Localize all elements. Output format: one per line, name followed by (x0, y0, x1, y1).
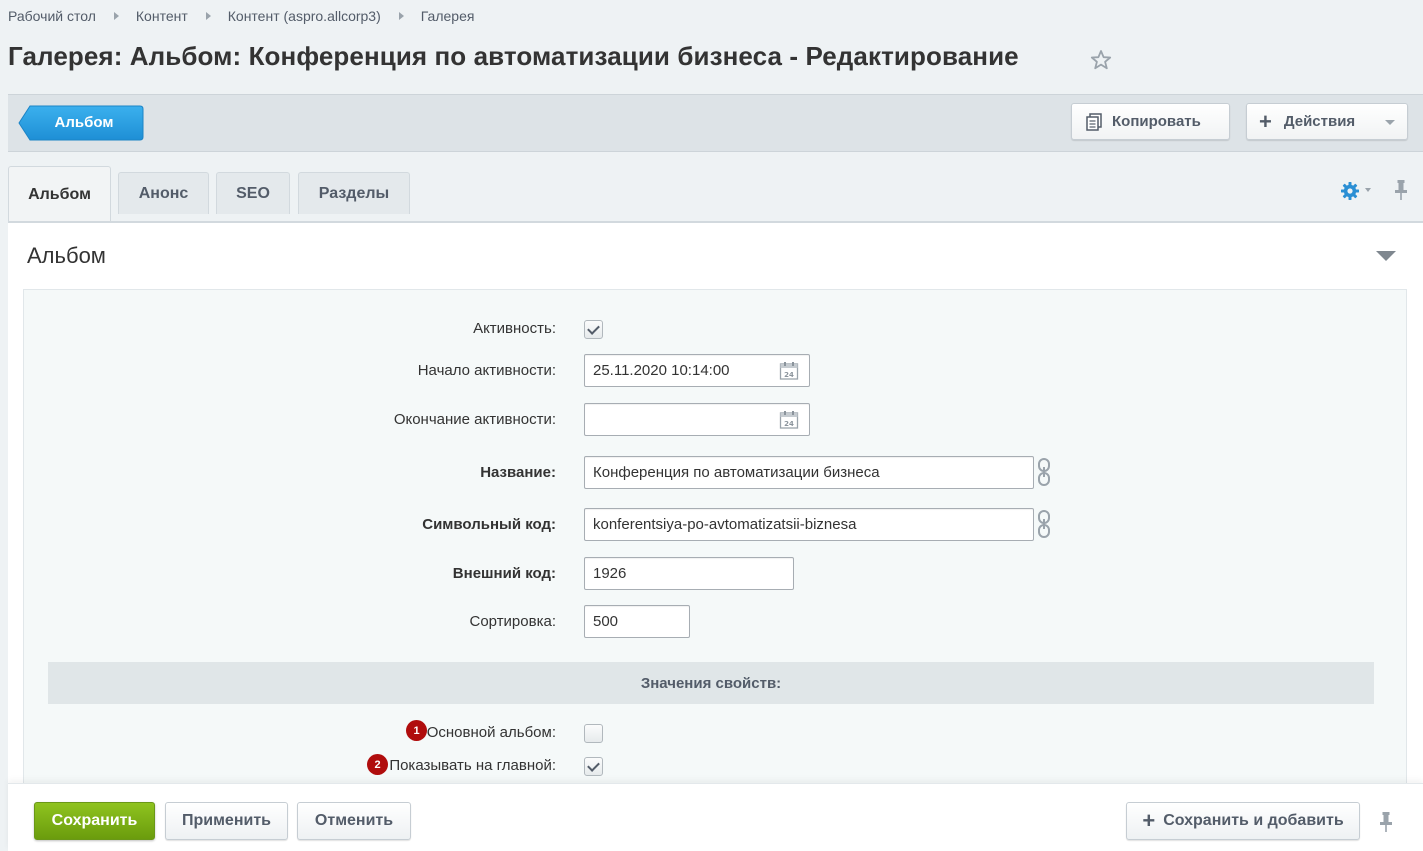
copy-button[interactable]: Копировать (1071, 103, 1230, 140)
show-on-main-checkbox[interactable] (584, 757, 603, 776)
calendar-icon[interactable]: 24 (779, 410, 799, 430)
name-input[interactable]: Конференция по автоматизации бизнеса (584, 456, 1034, 489)
tab-announce[interactable]: Анонс (118, 172, 209, 214)
collapse-triangle-icon[interactable] (1376, 251, 1396, 261)
tab-album[interactable]: Альбом (8, 166, 111, 223)
breadcrumb-item-desktop[interactable]: Рабочий стол (8, 8, 96, 24)
pin-icon[interactable] (1378, 811, 1394, 833)
copy-icon (1086, 112, 1102, 131)
code-label: Символьный код: (422, 516, 556, 533)
breadcrumb-item-content[interactable]: Контент (136, 8, 188, 24)
plus-icon: + (1142, 808, 1156, 833)
actions-button-label: Действия (1283, 113, 1356, 130)
breadcrumb-item-gallery[interactable]: Галерея (421, 8, 475, 24)
breadcrumb-separator-icon (398, 12, 404, 20)
page-title: Галерея: Альбом: Конференция по автомати… (8, 41, 1019, 71)
svg-text:24: 24 (784, 420, 794, 428)
hint-badge[interactable]: 2 (367, 754, 388, 775)
active-label: Активность: (473, 320, 556, 337)
back-to-album-button[interactable]: Альбом (18, 105, 144, 141)
hint-badge[interactable]: 1 (406, 720, 427, 741)
save-and-add-label: Сохранить и добавить (1163, 812, 1344, 829)
start-date-input[interactable]: 25.11.2020 10:14:00 24 (584, 354, 810, 387)
back-button-label: Альбом (54, 114, 114, 131)
external-code-value: 1926 (593, 565, 627, 582)
apply-button[interactable]: Применить (165, 802, 288, 840)
star-icon[interactable] (1089, 48, 1113, 72)
sort-input[interactable]: 500 (584, 605, 690, 638)
bottom-action-bar: Сохранить Применить Отменить + Сохранить… (8, 783, 1423, 851)
show-on-main-label: Показывать на главной: (389, 757, 556, 774)
breadcrumb-separator-icon (205, 12, 211, 20)
save-and-add-button[interactable]: + Сохранить и добавить (1126, 802, 1360, 840)
start-date-value: 25.11.2020 10:14:00 (593, 362, 730, 379)
tab-sections[interactable]: Разделы (298, 172, 410, 214)
code-input[interactable]: konferentsiya-po-avtomatizatsii-biznesa (584, 508, 1034, 541)
sort-value: 500 (593, 613, 619, 630)
start-date-label: Начало активности: (417, 362, 556, 379)
external-code-label: Внешний код: (452, 565, 556, 582)
actions-dropdown-button[interactable]: + Действия (1246, 103, 1408, 140)
edit-form-panel: Альбом Активность: Начало активности: 25… (8, 221, 1423, 851)
breadcrumb-separator-icon (113, 12, 119, 20)
section-title: Альбом (27, 243, 106, 268)
plus-icon: + (1259, 108, 1272, 134)
tab-seo[interactable]: SEO (216, 172, 290, 214)
save-button[interactable]: Сохранить (34, 802, 155, 840)
main-album-checkbox[interactable] (584, 724, 603, 743)
breadcrumb: Рабочий стол Контент Контент (aspro.allc… (8, 7, 474, 25)
link-chain-icon[interactable] (1037, 510, 1051, 538)
active-checkbox[interactable] (584, 320, 603, 339)
cancel-button[interactable]: Отменить (297, 802, 411, 840)
chevron-down-icon[interactable] (1365, 188, 1371, 192)
form-fields-area: Активность: Начало активности: 25.11.202… (23, 289, 1407, 851)
breadcrumb-item-content-aspro[interactable]: Контент (aspro.allcorp3) (228, 8, 381, 24)
calendar-icon[interactable]: 24 (779, 361, 799, 381)
external-code-input[interactable]: 1926 (584, 557, 794, 590)
end-date-input[interactable]: 24 (584, 403, 810, 436)
svg-text:24: 24 (784, 371, 794, 379)
name-value: Конференция по автоматизации бизнеса (593, 464, 880, 481)
name-label: Название: (480, 464, 556, 481)
toolbar: Альбом Копировать + Действия (8, 94, 1423, 152)
chevron-down-icon (1385, 120, 1395, 125)
properties-header: Значения свойств: (48, 662, 1374, 704)
link-chain-icon[interactable] (1037, 458, 1051, 486)
sort-label: Сортировка: (469, 613, 557, 630)
code-value: konferentsiya-po-avtomatizatsii-biznesa (593, 516, 857, 533)
main-album-label: Основной альбом: (426, 724, 556, 741)
gear-icon[interactable] (1340, 181, 1360, 201)
copy-button-label: Копировать (1112, 113, 1201, 130)
end-date-label: Окончание активности: (393, 411, 556, 428)
pin-icon[interactable] (1393, 179, 1409, 201)
